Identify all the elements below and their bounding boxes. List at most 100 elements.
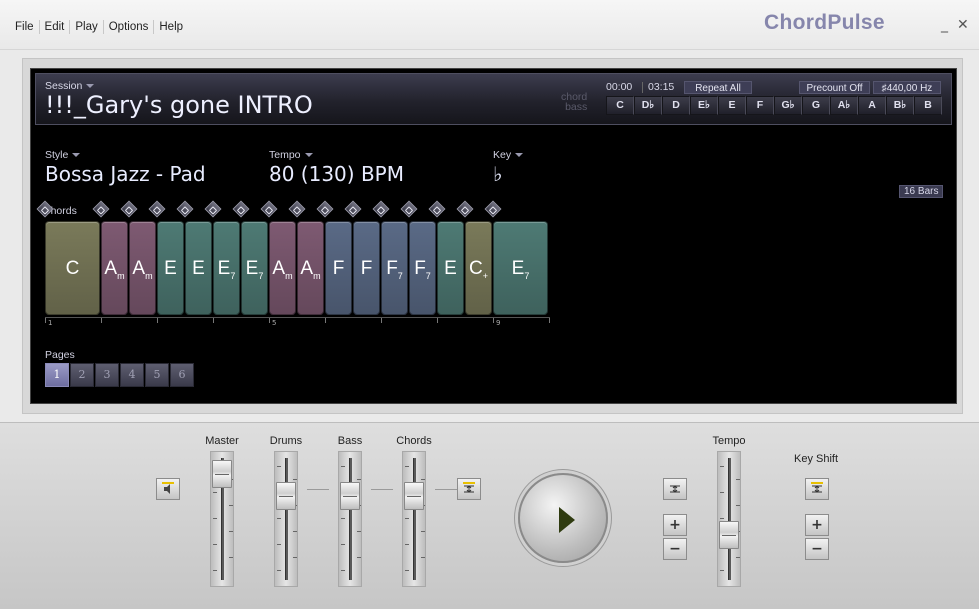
chord-block[interactable]: Am [129,221,156,315]
menu-edit[interactable]: Edit [40,20,71,34]
tempo-label[interactable]: Tempo [269,149,313,161]
bass-fader[interactable] [338,451,362,587]
session-title[interactable]: !!!_Gary's gone INTRO [45,91,313,119]
chevron-down-icon [86,84,95,89]
fader-thumb[interactable] [212,460,232,488]
chord-block[interactable]: F7 [381,221,408,315]
menu-play[interactable]: Play [70,20,104,34]
drums-fader[interactable] [274,451,298,587]
chord-block[interactable]: E [157,221,184,315]
chord-edit-icon[interactable] [428,200,446,218]
repeat-button[interactable]: Repeat All [684,81,752,94]
fader-link [435,489,457,490]
key-shift-reset-button[interactable] [805,478,829,500]
chord-block[interactable]: E [185,221,212,315]
chord-edit-icon[interactable] [288,200,306,218]
fader-thumb[interactable] [719,521,739,549]
chord-edit-icon[interactable] [456,200,474,218]
play-button[interactable] [518,473,608,563]
chord-edit-icon[interactable] [260,200,278,218]
chord-edit-icon[interactable] [316,200,334,218]
chord-edit-handles [36,200,509,219]
key-button[interactable]: A♭ [830,96,858,115]
menu-bar: File Edit Play Options Help [10,20,188,34]
chord-edit-icon[interactable] [372,200,390,218]
fader-tick [421,479,425,480]
page-button[interactable]: 1 [45,363,69,387]
chord-edit-icon[interactable] [232,200,250,218]
tempo-plus-button[interactable]: + [663,514,687,536]
chord-block[interactable]: C+ [465,221,492,315]
chord-edit-icon[interactable] [120,200,138,218]
chord-block[interactable]: Am [101,221,128,315]
minimize-button[interactable]: _ [941,17,948,33]
chord-block[interactable]: F [353,221,380,315]
page-button[interactable]: 2 [70,363,94,387]
led-indicator [162,482,174,484]
style-value[interactable]: Bossa Jazz - Pad [45,162,206,186]
fader-thumb[interactable] [404,482,424,510]
menu-options[interactable]: Options [104,20,155,34]
key-button[interactable]: F [746,96,774,115]
page-button[interactable]: 6 [170,363,194,387]
key-button[interactable]: D♭ [634,96,662,115]
key-button[interactable]: B [914,96,942,115]
chord-block[interactable]: E7 [241,221,268,315]
key-label[interactable]: Key [493,149,524,161]
key-shift-minus-button[interactable]: − [805,538,829,560]
chevron-down-icon [72,153,81,158]
speaker-icon [164,484,170,494]
chord-edit-icon[interactable] [36,200,54,218]
chord-block[interactable]: F7 [409,221,436,315]
chord-edit-icon[interactable] [204,200,222,218]
menu-help[interactable]: Help [154,20,188,34]
key-button[interactable]: C [606,96,634,115]
chord-block[interactable]: C [45,221,100,315]
tempo-reset-button[interactable] [663,478,687,500]
key-button[interactable]: E♭ [690,96,718,115]
key-button[interactable]: G [802,96,830,115]
fader-thumb[interactable] [340,482,360,510]
fader-tick [341,544,345,545]
chord-block[interactable]: E7 [493,221,548,315]
chords-link-button[interactable] [457,478,481,500]
menu-file[interactable]: File [10,20,40,34]
chord-block[interactable]: E [437,221,464,315]
precount-button[interactable]: Precount Off [799,81,870,94]
chord-timeline: C Am Am E E E7 E7 Am Am F F F7 F7 E C+ E7 [45,221,549,315]
page-button[interactable]: 3 [95,363,119,387]
key-value[interactable]: ♭ [493,162,502,186]
key-button[interactable]: A [858,96,886,115]
ruler-tick [325,318,326,323]
tempo-value[interactable]: 80 (130) BPM [269,162,404,186]
chord-block[interactable]: F [325,221,352,315]
tempo-fader[interactable] [717,451,741,587]
mute-button[interactable] [156,478,180,500]
bars-badge[interactable]: 16 Bars [899,185,944,198]
chord-edit-icon[interactable] [176,200,194,218]
page-button[interactable]: 4 [120,363,144,387]
key-button[interactable]: G♭ [774,96,802,115]
key-shift-plus-button[interactable]: + [805,514,829,536]
chord-quality: + [482,270,488,281]
chord-edit-icon[interactable] [148,200,166,218]
style-label[interactable]: Style [45,149,81,161]
tempo-minus-button[interactable]: − [663,538,687,560]
chord-block[interactable]: Am [297,221,324,315]
key-button[interactable]: B♭ [886,96,914,115]
chord-edit-icon[interactable] [344,200,362,218]
chord-block[interactable]: Am [269,221,296,315]
fader-thumb[interactable] [276,482,296,510]
key-button[interactable]: D [662,96,690,115]
key-button[interactable]: E [718,96,746,115]
chord-name: E [444,258,457,279]
chord-block[interactable]: E7 [213,221,240,315]
chord-edit-icon[interactable] [484,200,502,218]
chord-edit-icon[interactable] [92,200,110,218]
chord-edit-icon[interactable] [400,200,418,218]
page-button[interactable]: 5 [145,363,169,387]
master-fader[interactable] [210,451,234,587]
chords-fader[interactable] [402,451,426,587]
close-button[interactable]: ✕ [957,17,969,33]
tuning-button[interactable]: ♯440,00 Hz [873,81,941,94]
